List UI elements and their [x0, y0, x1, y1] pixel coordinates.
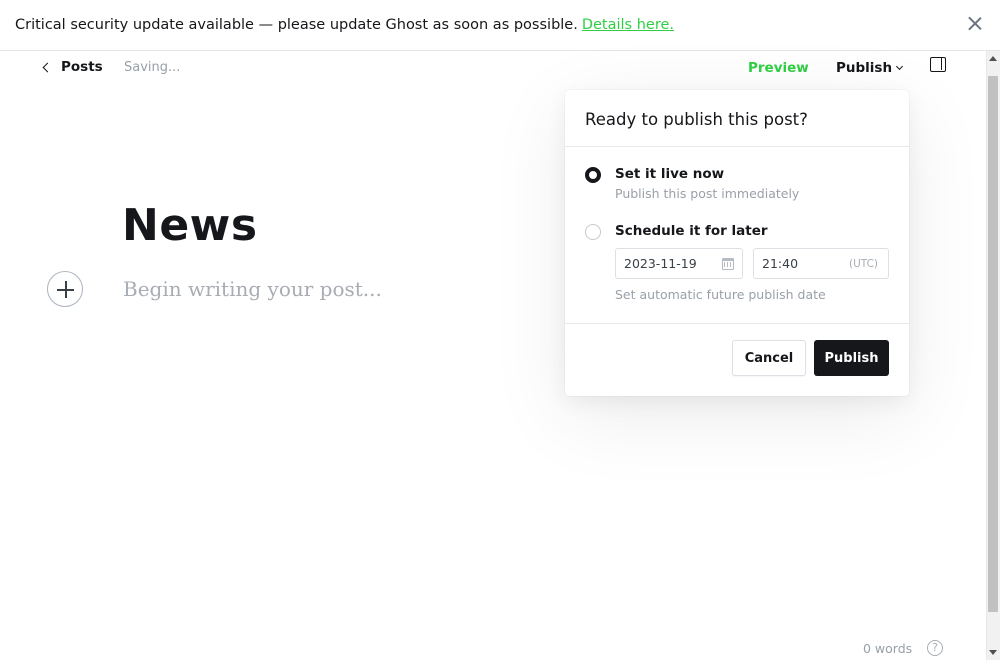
security-alert-banner: Critical security update available — ple… [0, 0, 1000, 51]
back-label: Posts [61, 59, 103, 75]
post-body-editor[interactable]: Begin writing your post... [123, 277, 382, 301]
close-icon[interactable] [966, 14, 984, 32]
time-value: 21:40 [762, 256, 799, 271]
calendar-icon[interactable] [722, 258, 734, 270]
add-card-plus-icon[interactable] [47, 271, 83, 307]
chevron-down-icon [896, 62, 904, 71]
preview-button[interactable]: Preview [748, 60, 809, 76]
chevron-left-icon [42, 62, 53, 72]
cancel-button[interactable]: Cancel [732, 340, 806, 376]
publish-button[interactable]: Publish [814, 340, 889, 376]
scroll-down-arrow-icon[interactable] [989, 650, 997, 655]
publish-popover: Ready to publish this post? Set it live … [565, 90, 909, 396]
scrollbar-thumb[interactable] [988, 76, 998, 612]
date-value: 2023-11-19 [624, 256, 697, 271]
help-icon[interactable]: ? [927, 640, 943, 656]
publish-popover-heading: Ready to publish this post? [565, 90, 909, 147]
back-to-posts-link[interactable]: Posts [40, 59, 103, 75]
alert-details-link[interactable]: Details here. [582, 17, 674, 33]
option-schedule-later[interactable]: Schedule it for later [585, 223, 768, 240]
save-status: Saving... [124, 60, 181, 75]
divider [565, 323, 909, 324]
schedule-time-input[interactable]: 21:40 (UTC) [753, 248, 889, 279]
option-description: Set automatic future publish date [615, 287, 826, 302]
publish-menu-trigger[interactable]: Publish [836, 60, 904, 76]
option-label: Schedule it for later [615, 223, 768, 239]
option-description: Publish this post immediately [615, 186, 800, 201]
publish-trigger-label: Publish [836, 60, 893, 76]
radio-schedule-later[interactable] [585, 224, 601, 240]
option-label: Set it live now [615, 166, 725, 182]
timezone-label: (UTC) [848, 258, 878, 270]
radio-publish-now[interactable] [585, 167, 601, 183]
sidebar-toggle-icon[interactable] [930, 57, 946, 72]
option-publish-now[interactable]: Set it live now Publish this post immedi… [585, 166, 799, 201]
post-title[interactable]: News [122, 200, 258, 251]
alert-message: Critical security update available — ple… [15, 17, 578, 33]
schedule-date-input[interactable]: 2023-11-19 [615, 248, 743, 279]
scroll-up-arrow-icon[interactable] [989, 56, 997, 61]
word-count: 0 words [863, 641, 913, 656]
